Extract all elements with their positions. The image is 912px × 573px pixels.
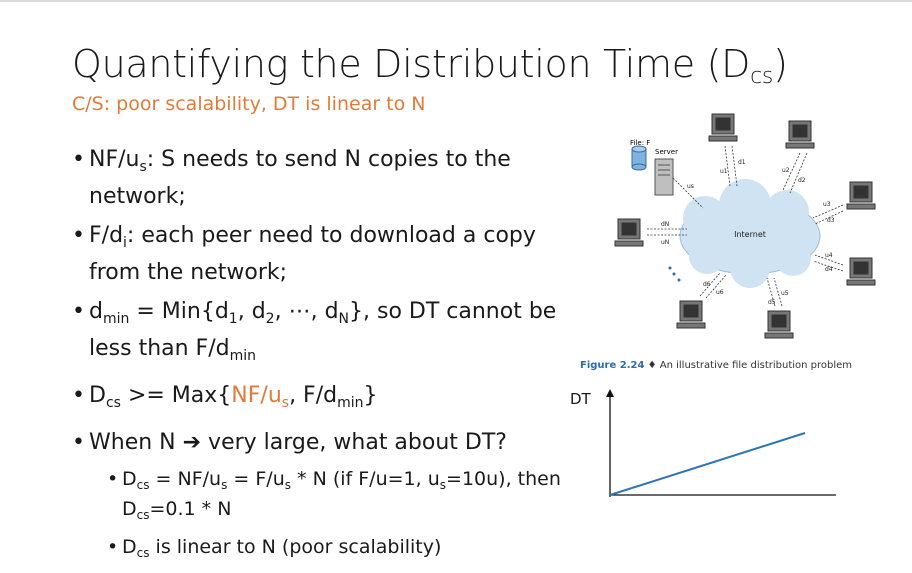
svg-text:u3: u3	[823, 201, 831, 208]
file-distribution-figure: Internet File: F Server us u1d1 u2d2 u3d…	[614, 113, 876, 339]
internet-cloud: Internet	[679, 179, 821, 288]
file-icon: File: F	[630, 139, 650, 171]
bullet-dmin: dmin = Min{d1, d2, ⋯, dN}, so DT cannot …	[72, 297, 562, 371]
svg-text:u1: u1	[720, 168, 728, 175]
server-icon: Server	[654, 148, 678, 196]
bullet-peer-download: F/di: each peer need to download a copy …	[72, 221, 562, 287]
peer-3-computer	[846, 181, 876, 210]
svg-text:dN: dN	[661, 221, 669, 228]
svg-text:u5: u5	[781, 290, 789, 297]
figure-caption: Figure 2.24 ♦ An illustrative file distr…	[580, 360, 853, 371]
svg-text:uN: uN	[661, 239, 669, 246]
subbullet-linear: Dcs is linear to N (poor scalability)	[107, 535, 562, 565]
svg-text:d6: d6	[703, 281, 711, 288]
y-axis-arrow	[606, 389, 614, 397]
slide-title: Quantifying the Distribution Time (Dcs)	[72, 42, 788, 89]
peer-n-computer	[614, 218, 644, 247]
svg-text:d3: d3	[827, 217, 835, 224]
svg-text:u2: u2	[782, 167, 790, 174]
slide-subtitle: C/S: poor scalability, DT is linear to N	[72, 93, 426, 115]
svg-text:u6: u6	[716, 289, 724, 296]
svg-text:u4: u4	[825, 252, 833, 259]
server-label: Server	[655, 148, 678, 156]
bullet-list: NF/us: S needs to send N copies to the n…	[72, 145, 562, 573]
graph-y-label: DT	[570, 390, 591, 408]
peer-6-computer	[676, 300, 706, 329]
bullet-server-upload: NF/us: S needs to send N copies to the n…	[72, 145, 562, 211]
bullet-dcs-max: Dcs >= Max{NF/us, F/dmin}	[72, 381, 562, 418]
svg-text:d1: d1	[738, 159, 746, 166]
linear-trend-line	[609, 432, 806, 496]
internet-label: Internet	[734, 230, 766, 239]
svg-text:d5: d5	[768, 299, 776, 306]
svg-text:d4: d4	[825, 266, 833, 273]
svg-text:us: us	[687, 183, 694, 190]
ellipsis-dots	[668, 266, 681, 282]
peer-4-computer	[846, 257, 876, 286]
top-rule	[0, 0, 912, 2]
peer-1-computer	[708, 113, 738, 142]
bullet-large-n: When N ➔ very large, what about DT?	[72, 428, 562, 457]
subbullet-formula: Dcs = NF/us = F/us * N (if F/u=1, us=10u…	[107, 467, 562, 527]
dt-vs-n-graph	[606, 389, 836, 497]
peer-2-computer	[785, 120, 815, 149]
peer-5-computer	[764, 310, 794, 339]
svg-text:d2: d2	[798, 177, 806, 184]
